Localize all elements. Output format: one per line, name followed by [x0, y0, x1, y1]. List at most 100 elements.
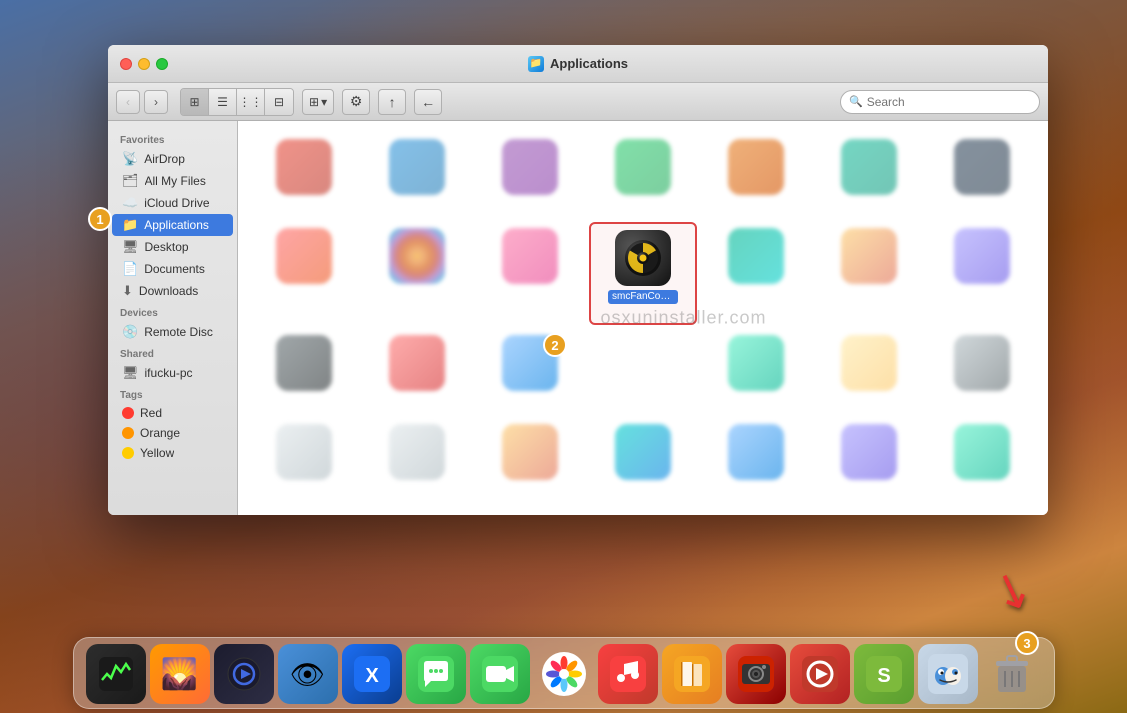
forward-button[interactable]: ›: [144, 90, 168, 114]
list-item[interactable]: [363, 329, 472, 414]
share-button[interactable]: ↑: [378, 89, 406, 115]
list-item[interactable]: [927, 329, 1036, 414]
dock-item-quicktime[interactable]: [214, 644, 274, 704]
step-badge-3: 3: [1015, 631, 1039, 655]
list-item[interactable]: [701, 329, 810, 414]
action-button[interactable]: ⚙: [342, 89, 370, 115]
list-item[interactable]: [476, 418, 585, 503]
dock-item-preview[interactable]: 👁: [278, 644, 338, 704]
list-item[interactable]: [476, 222, 585, 325]
sidebar-item-tag-yellow[interactable]: Yellow: [112, 443, 233, 463]
list-item[interactable]: [701, 418, 810, 503]
list-item[interactable]: [250, 418, 359, 503]
sidebar-item-airdrop[interactable]: 📡 AirDrop: [112, 148, 233, 170]
app-icon: [276, 424, 332, 480]
list-item[interactable]: [814, 329, 923, 414]
arrange-button[interactable]: ⊞ ▾: [302, 89, 334, 115]
list-item[interactable]: [476, 133, 585, 218]
list-item[interactable]: [363, 418, 472, 503]
sidebar-item-tag-red[interactable]: Red: [112, 403, 233, 423]
sidebar-item-documents[interactable]: 📄 Documents: [112, 258, 233, 280]
dock-area: 🌄 👁 X: [0, 623, 1127, 713]
search-input[interactable]: [867, 95, 1031, 109]
sidebar-item-remote-disc[interactable]: 💿 Remote Disc: [112, 321, 233, 343]
app-icon: [502, 424, 558, 480]
list-item[interactable]: [363, 222, 472, 325]
search-bar[interactable]: 🔍: [840, 90, 1040, 114]
dock-item-facetime[interactable]: [470, 644, 530, 704]
dock-item-photobooth[interactable]: [726, 644, 786, 704]
app-icon: [841, 228, 897, 284]
list-item[interactable]: [814, 222, 923, 325]
list-item[interactable]: [589, 329, 698, 414]
dock-item-xcode[interactable]: X: [342, 644, 402, 704]
view-buttons: ⊞ ☰ ⋮⋮ ⊟: [180, 88, 294, 116]
maximize-button[interactable]: [156, 58, 168, 70]
list-item[interactable]: [250, 329, 359, 414]
dock-item-books[interactable]: [662, 644, 722, 704]
airdrop-label: AirDrop: [144, 152, 185, 166]
column-view-button[interactable]: ⋮⋮: [237, 89, 265, 115]
preview-icon: 👁: [290, 658, 326, 691]
arrange-icon: ⊞: [309, 95, 319, 109]
step-badge-1: 1: [88, 207, 112, 231]
list-view-button[interactable]: ☰: [209, 89, 237, 115]
minimize-button[interactable]: [138, 58, 150, 70]
dock-item-preview-old[interactable]: 🌄: [150, 644, 210, 704]
cover-flow-button[interactable]: ⊟: [265, 89, 293, 115]
app-icon: [615, 139, 671, 195]
dock-item-activity-monitor[interactable]: [86, 644, 146, 704]
app-icon: [389, 228, 445, 284]
airdrop-icon: 📡: [122, 151, 138, 167]
documents-icon: 📄: [122, 261, 138, 277]
dock-item-photos[interactable]: [534, 644, 594, 704]
sidebar-item-tag-orange[interactable]: Orange: [112, 423, 233, 443]
list-item[interactable]: [250, 133, 359, 218]
list-item[interactable]: [250, 222, 359, 325]
sidebar-item-all-my-files[interactable]: 🗂 All My Files: [112, 170, 233, 192]
path-button[interactable]: ←: [414, 89, 442, 115]
list-item[interactable]: [927, 222, 1036, 325]
desktop-icon: 🖥: [122, 239, 139, 255]
list-item[interactable]: [476, 329, 585, 414]
app-icon: [389, 335, 445, 391]
app-icon: [389, 424, 445, 480]
window-title: 📁 Applications: [528, 56, 628, 72]
sidebar-item-desktop[interactable]: 🖥 Desktop: [112, 236, 233, 258]
list-item[interactable]: [589, 418, 698, 503]
list-item[interactable]: [927, 133, 1036, 218]
yellow-tag-dot: [122, 447, 134, 459]
list-item[interactable]: [927, 418, 1036, 503]
sidebar-item-ifucku-pc[interactable]: 🖥 ifucku-pc: [112, 362, 233, 384]
back-button[interactable]: ‹: [116, 90, 140, 114]
icloud-icon: ☁️: [122, 195, 138, 211]
list-item[interactable]: [589, 133, 698, 218]
app-icon: [389, 139, 445, 195]
list-item[interactable]: [814, 418, 923, 503]
list-item[interactable]: [701, 133, 810, 218]
smcfancontrol-item[interactable]: smcFanControl: [589, 222, 698, 325]
red-tag-dot: [122, 407, 134, 419]
app-icon: [954, 335, 1010, 391]
devices-section-label: Devices: [108, 302, 237, 321]
list-item[interactable]: [814, 133, 923, 218]
icon-view-button[interactable]: ⊞: [181, 89, 209, 115]
dock-item-sketchup[interactable]: S: [854, 644, 914, 704]
sidebar-item-icloud-drive[interactable]: ☁️ iCloud Drive: [112, 192, 233, 214]
dock-item-music[interactable]: [598, 644, 658, 704]
ifucku-pc-label: ifucku-pc: [145, 366, 193, 380]
list-item[interactable]: [701, 222, 810, 325]
main-area: Favorites 📡 AirDrop 🗂 All My Files ☁️ iC…: [108, 121, 1048, 515]
sidebar-item-downloads[interactable]: ⬇ Downloads: [112, 280, 233, 302]
downloads-label: Downloads: [139, 284, 198, 298]
app-icon: [276, 228, 332, 284]
title-folder-icon: 📁: [528, 56, 544, 72]
dock-item-videopro[interactable]: [790, 644, 850, 704]
app-icon: [276, 335, 332, 391]
sidebar-item-applications[interactable]: 📁 Applications: [112, 214, 233, 236]
list-item[interactable]: [363, 133, 472, 218]
dock-item-finder[interactable]: [918, 644, 978, 704]
close-button[interactable]: [120, 58, 132, 70]
dock-item-messages[interactable]: [406, 644, 466, 704]
app-icon: [841, 139, 897, 195]
